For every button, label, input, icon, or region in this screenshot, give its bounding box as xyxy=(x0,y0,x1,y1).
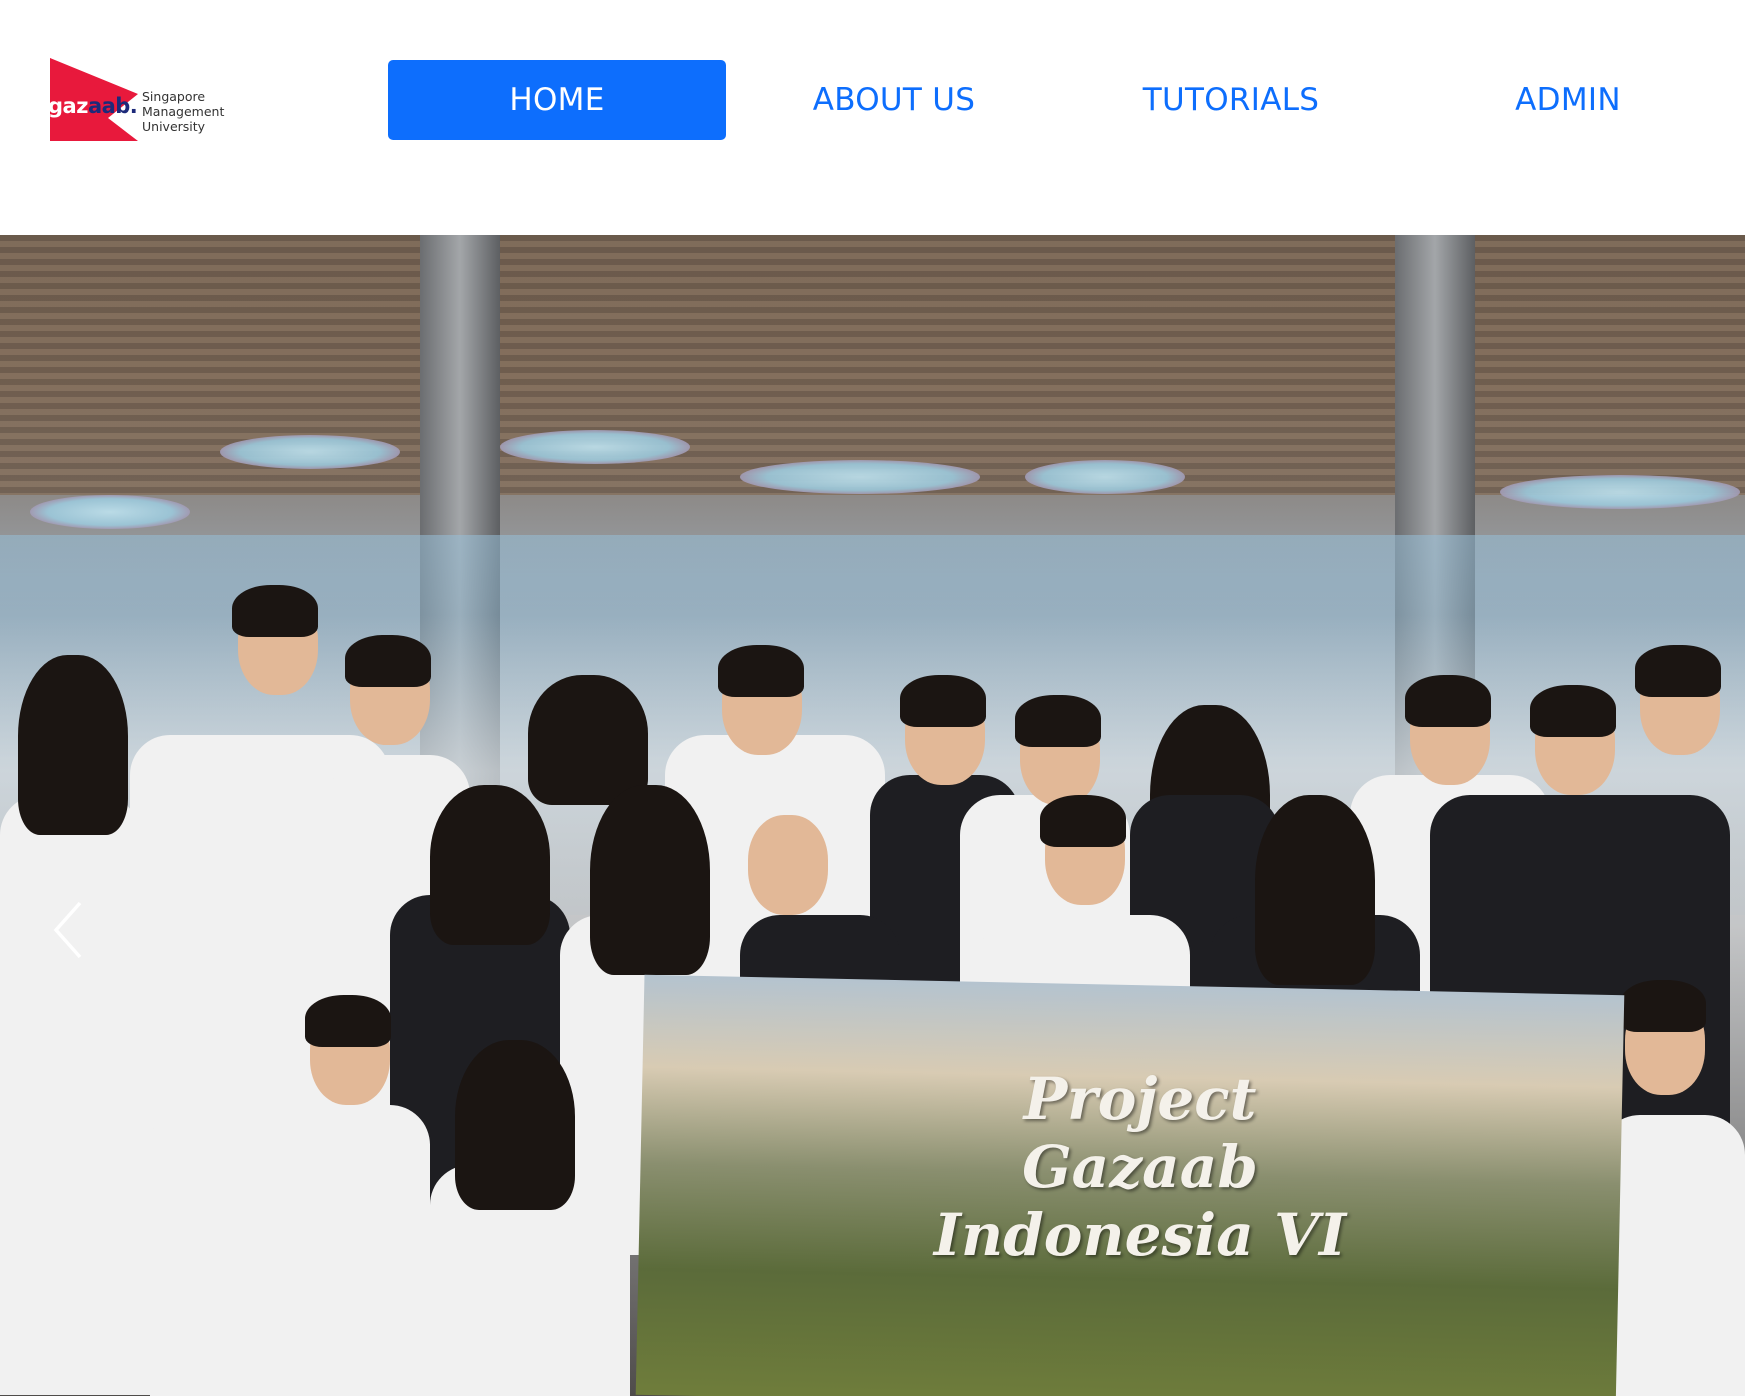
nav-admin[interactable]: ADMIN xyxy=(1399,60,1737,140)
site-logo[interactable]: gazaab. Singapore Management University xyxy=(48,56,238,144)
hero-image: Project Gazaab Indonesia VI xyxy=(0,235,1745,1396)
nav-about-us[interactable]: ABOUT US xyxy=(725,60,1063,140)
navbar: gazaab. Singapore Management University … xyxy=(0,0,1745,235)
banner-text: Project Gazaab Indonesia VI xyxy=(933,1065,1347,1269)
logo-wordmark: gazaab. xyxy=(48,94,138,118)
carousel-prev-button[interactable] xyxy=(46,895,96,965)
nav-tutorials[interactable]: TUTORIALS xyxy=(1062,60,1400,140)
logo-university-name: Singapore Management University xyxy=(142,89,225,134)
hero-carousel: Project Gazaab Indonesia VI xyxy=(0,235,1745,1396)
chevron-left-icon xyxy=(53,901,82,959)
nav-home[interactable]: HOME xyxy=(388,60,726,140)
